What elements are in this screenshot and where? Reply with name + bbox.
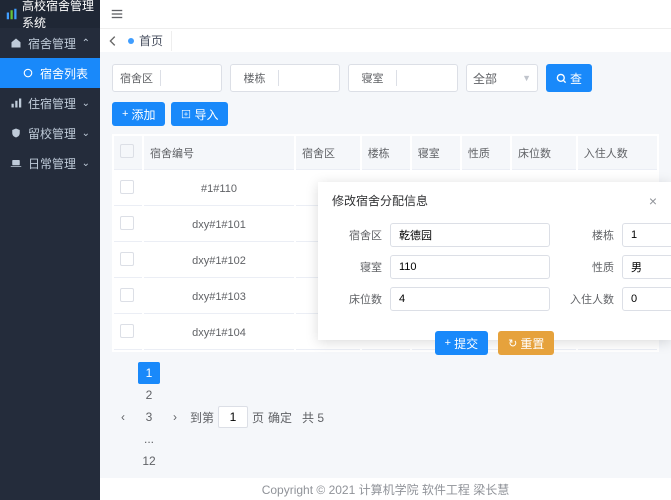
search-nature-select[interactable]: 全部▼ [466, 64, 538, 92]
th-occ: 入住人数 [578, 136, 657, 170]
modal-occupants-input[interactable] [622, 287, 671, 311]
close-icon[interactable]: × [649, 193, 657, 209]
row-checkbox[interactable] [120, 252, 134, 266]
page-1[interactable]: 1 [138, 362, 160, 384]
logo-icon [6, 8, 18, 20]
edit-modal: 修改宿舍分配信息 × 宿舍区 楼栋 寝室 性质 床位数 入住人数 +提交 ↻重置 [318, 182, 671, 340]
tab-home[interactable]: 首页 [120, 31, 172, 51]
modal-title: 修改宿舍分配信息 [332, 192, 428, 209]
import-button[interactable]: 导入 [171, 102, 228, 126]
menu-daily-manage[interactable]: 日常管理 ⌄ [0, 148, 100, 178]
modal-body: 宿舍区 楼栋 寝室 性质 床位数 入住人数 [318, 219, 671, 323]
th-building: 楼栋 [362, 136, 410, 170]
chevron-down-icon: ⌄ [82, 98, 90, 109]
modal-nature-input[interactable] [622, 255, 671, 279]
app-logo: 高校宿舍管理系统 [0, 0, 100, 28]
row-checkbox[interactable] [120, 324, 134, 338]
action-bar: +添加 导入 [112, 102, 659, 126]
chevron-down-icon: ⌄ [82, 128, 90, 139]
menu-dorm-list[interactable]: 宿舍列表 [0, 58, 100, 88]
page-prev[interactable]: ‹ [112, 406, 134, 428]
hamburger-icon[interactable] [110, 7, 124, 21]
th-beds: 床位数 [512, 136, 576, 170]
reset-button[interactable]: ↻重置 [498, 331, 554, 355]
th-area: 宿舍区 [296, 136, 360, 170]
menu-dorm-manage[interactable]: 宿舍管理 ⌃ [0, 28, 100, 58]
search-room: 寝室 [348, 64, 458, 92]
page-12[interactable]: 12 [138, 450, 160, 472]
search-room-input[interactable] [397, 72, 457, 84]
page-jump-input[interactable] [218, 406, 248, 428]
tab-prev-icon[interactable] [106, 34, 120, 48]
menu-stay-manage[interactable]: 住宿管理 ⌄ [0, 88, 100, 118]
home-icon [10, 37, 22, 49]
chart-icon [10, 97, 22, 109]
page-...[interactable]: ... [138, 428, 160, 450]
search-building-input[interactable] [279, 72, 339, 84]
modal-beds-input[interactable] [390, 287, 550, 311]
search-area: 宿舍区 [112, 64, 222, 92]
chevron-down-icon: ▼ [522, 73, 531, 83]
app-title: 高校宿舍管理系统 [22, 0, 94, 31]
checkbox-all[interactable] [120, 144, 134, 158]
page-next[interactable]: › [164, 406, 186, 428]
search-button[interactable]: 查 [546, 64, 592, 92]
tab-active-dot [128, 38, 134, 44]
page-2[interactable]: 2 [138, 384, 160, 406]
search-building: 楼栋 [230, 64, 340, 92]
modal-room-input[interactable] [390, 255, 550, 279]
search-area-input[interactable] [161, 72, 221, 84]
footer: Copyright © 2021 计算机学院 软件工程 梁长慧 [100, 478, 671, 500]
laptop-icon [10, 157, 22, 169]
page-3[interactable]: 3 [138, 406, 160, 428]
th-nature: 性质 [462, 136, 510, 170]
topbar [100, 0, 671, 28]
sidebar: 高校宿舍管理系统 宿舍管理 ⌃ 宿舍列表 住宿管理 ⌄ 留校管理 ⌄ 日常管理 … [0, 0, 100, 500]
circle-icon [22, 67, 34, 79]
row-checkbox[interactable] [120, 288, 134, 302]
submit-button[interactable]: +提交 [435, 331, 488, 355]
modal-footer: +提交 ↻重置 [318, 323, 671, 367]
modal-header: 修改宿舍分配信息 × [318, 182, 671, 219]
chevron-up-icon: ⌃ [82, 38, 90, 49]
chevron-down-icon: ⌄ [82, 158, 90, 169]
menu-school-stay[interactable]: 留校管理 ⌄ [0, 118, 100, 148]
search-bar: 宿舍区 楼栋 寝室 全部▼ 查 [112, 64, 659, 92]
th-id: 宿舍编号 [144, 136, 294, 170]
tabs-bar: 首页 [100, 28, 671, 52]
modal-building-input[interactable] [622, 223, 671, 247]
page-confirm[interactable]: 确定 [268, 409, 292, 426]
pagination: ‹ 123...12 › 到第 页 确定 共 5 [112, 362, 659, 472]
shield-icon [10, 127, 22, 139]
row-checkbox[interactable] [120, 180, 134, 194]
row-checkbox[interactable] [120, 216, 134, 230]
modal-area-input[interactable] [390, 223, 550, 247]
add-button[interactable]: +添加 [112, 102, 165, 126]
th-room: 寝室 [412, 136, 460, 170]
